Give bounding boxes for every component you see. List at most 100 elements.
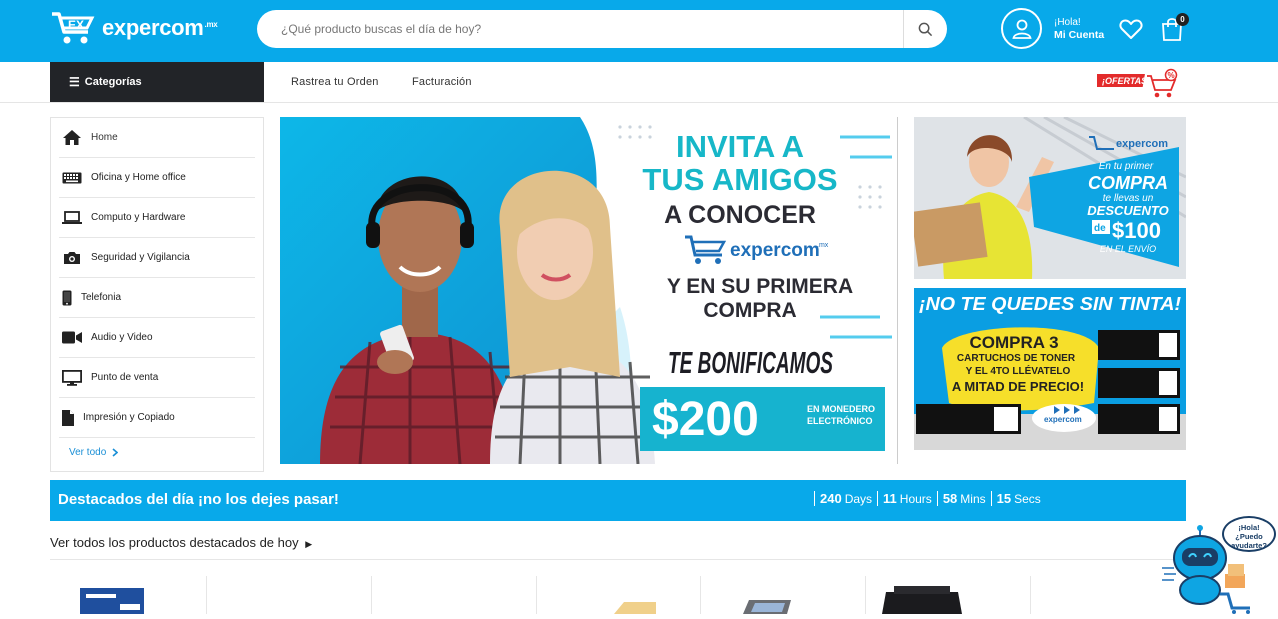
sidebar-item-label: Punto de venta — [91, 372, 159, 383]
search-icon — [918, 22, 933, 36]
user-icon — [1001, 8, 1042, 49]
chevron-right-icon — [112, 448, 119, 457]
see-all-featured-link[interactable]: Ver todos los productos destacados de ho… — [50, 535, 312, 550]
banner1-line-1: En tu primer — [1099, 161, 1154, 172]
ofertas-link[interactable]: ¡OFERTAS! % — [1094, 68, 1179, 100]
hero-banner[interactable]: INVITA A TUS AMIGOS A CONOCER expercom .… — [280, 117, 897, 464]
product-column-divider — [371, 576, 372, 614]
logo-cart-icon: EX — [52, 12, 95, 44]
countdown-secs: 15 Secs — [990, 491, 1046, 506]
sidebar-item-home[interactable]: Home — [59, 118, 255, 158]
hero-brand-suffix: .mx — [817, 242, 829, 249]
hero-line-5: COMPRA — [703, 299, 796, 322]
account-label: Mi Cuenta — [1054, 28, 1105, 41]
banner1-line-2: COMPRA — [1088, 173, 1168, 193]
nav-link-track-order[interactable]: Rastrea tu Orden — [291, 76, 379, 88]
banner1-line-6: $100 — [1112, 218, 1161, 243]
logo-suffix: .mx — [204, 19, 218, 29]
hero-line-3: A CONOCER — [664, 201, 816, 229]
monitor-icon — [61, 369, 83, 386]
sidebar-item-pos[interactable]: Punto de venta — [59, 358, 255, 398]
hero-amount-note-1: EN MONEDERO — [807, 404, 875, 414]
toner-promo-banner[interactable]: ¡NO TE QUEDES SIN TINTA! COMPRA 3 CARTUC… — [914, 288, 1186, 450]
categories-button[interactable]: ☰ Categorías — [50, 62, 264, 102]
banner1-line-5: de — [1094, 223, 1106, 234]
hero-line-2: TUS AMIGOS — [642, 162, 837, 197]
sidebar-item-audio-video[interactable]: Audio y Video — [59, 318, 255, 358]
banner2-title: ¡NO TE QUEDES SIN TINTA! — [919, 294, 1181, 314]
product-column-divider — [206, 576, 207, 614]
banner2-line-2: CARTUCHOS DE TONER — [957, 353, 1076, 364]
chat-bubble-line-1: ¡Hola! — [1238, 523, 1260, 532]
sidebar-item-label: Audio y Video — [91, 332, 153, 343]
sidebar-item-label: Impresión y Copiado — [83, 412, 175, 423]
sidebar-item-printing[interactable]: Impresión y Copiado — [59, 398, 255, 438]
main-nav: ☰ Categorías Rastrea tu Orden Facturació… — [0, 62, 1278, 103]
search-bar — [257, 10, 947, 48]
laptop-icon — [61, 210, 83, 225]
hero-line-1: INVITA A — [676, 129, 804, 164]
product-column-divider — [1030, 576, 1031, 614]
banner1-line-4: DESCUENTO — [1087, 203, 1168, 218]
categories-sidebar: Home Oficina y Home office Computo y Har… — [50, 117, 264, 472]
hero-amount: $200 — [652, 393, 759, 446]
product-column-divider — [700, 576, 701, 614]
product-image-brother-ink[interactable] — [80, 588, 144, 614]
countdown-days: 240 Days — [814, 491, 877, 506]
countdown-mins: 58 Mins — [936, 491, 991, 506]
site-logo[interactable]: EX expercom.mx — [50, 10, 218, 46]
nav-link-billing[interactable]: Facturación — [412, 76, 472, 88]
see-all-featured-label: Ver todos los productos destacados de ho… — [50, 535, 299, 550]
hero-divider — [897, 117, 898, 464]
see-all-label: Ver todo — [69, 447, 107, 458]
keyboard-icon — [61, 172, 83, 184]
camera-icon — [61, 251, 83, 265]
home-icon — [61, 130, 83, 145]
product-image-laptop[interactable] — [735, 598, 795, 614]
hero-line-4: Y EN SU PRIMERA — [667, 275, 853, 298]
sidebar-item-label: Computo y Hardware — [91, 212, 186, 223]
product-column-divider — [865, 576, 866, 614]
banner1-brand: expercom — [1116, 138, 1168, 150]
banner2-line-1: COMPRA 3 — [969, 333, 1058, 352]
sidebar-item-telephony[interactable]: Telefonia — [59, 278, 255, 318]
product-image-printer[interactable] — [872, 586, 972, 614]
top-header: EX expercom.mx ¡Hola! Mi Cuenta — [0, 0, 1278, 62]
see-all-categories-link[interactable]: Ver todo — [69, 447, 119, 458]
hero-amount-note-2: ELECTRÓNICO — [807, 415, 873, 426]
search-input[interactable] — [257, 10, 903, 48]
hamburger-icon: ☰ — [69, 75, 80, 89]
banner1-line-7: EN EL ENVÍO — [1100, 244, 1156, 254]
chatbot-speech-bubble[interactable]: ¡Hola! ¿Puedo ayudarte? — [1222, 516, 1276, 552]
daily-deals-title: Destacados del día ¡no los dejes pasar! — [58, 491, 339, 508]
search-button[interactable] — [903, 10, 947, 48]
countdown-timer: 240 Days 11 Hours 58 Mins 15 Secs — [814, 491, 1046, 506]
sidebar-item-security[interactable]: Seguridad y Vigilancia — [59, 238, 255, 278]
caret-right-icon: ▶ — [305, 539, 313, 549]
account-menu[interactable]: ¡Hola! Mi Cuenta — [1001, 8, 1104, 49]
cart-count-badge: 0 — [1176, 13, 1189, 26]
sidebar-item-label: Telefonia — [81, 292, 122, 303]
hero-line-6: TE BONIFICAMOS — [668, 345, 833, 380]
hero-brand: expercom — [730, 240, 820, 261]
svg-text:%: % — [1168, 71, 1175, 80]
phone-icon — [61, 290, 73, 306]
banner2-line-4: A MITAD DE PRECIO! — [952, 379, 1084, 394]
chat-bubble-line-2: ¿Puedo — [1235, 532, 1263, 541]
ofertas-label: ¡OFERTAS! — [1102, 76, 1150, 86]
first-purchase-banner[interactable]: expercom En tu primer COMPRA te llevas u… — [914, 117, 1186, 279]
banner2-line-3: Y EL 4TO LLÉVATELO — [966, 364, 1071, 377]
sidebar-item-office[interactable]: Oficina y Home office — [59, 158, 255, 198]
account-greeting: ¡Hola! — [1054, 16, 1081, 28]
sidebar-item-computing[interactable]: Computo y Hardware — [59, 198, 255, 238]
svg-text:EX: EX — [68, 18, 84, 32]
sidebar-item-label: Home — [91, 132, 118, 143]
sidebar-item-label: Seguridad y Vigilancia — [91, 252, 190, 263]
chat-bubble-line-3: ayudarte? — [1231, 541, 1267, 550]
wishlist-heart-icon[interactable] — [1119, 18, 1143, 40]
countdown-hours: 11 Hours — [877, 491, 937, 506]
video-icon — [61, 331, 83, 344]
categories-label: Categorías — [84, 76, 142, 88]
product-column-divider — [536, 576, 537, 614]
product-image-folders[interactable] — [610, 600, 658, 614]
